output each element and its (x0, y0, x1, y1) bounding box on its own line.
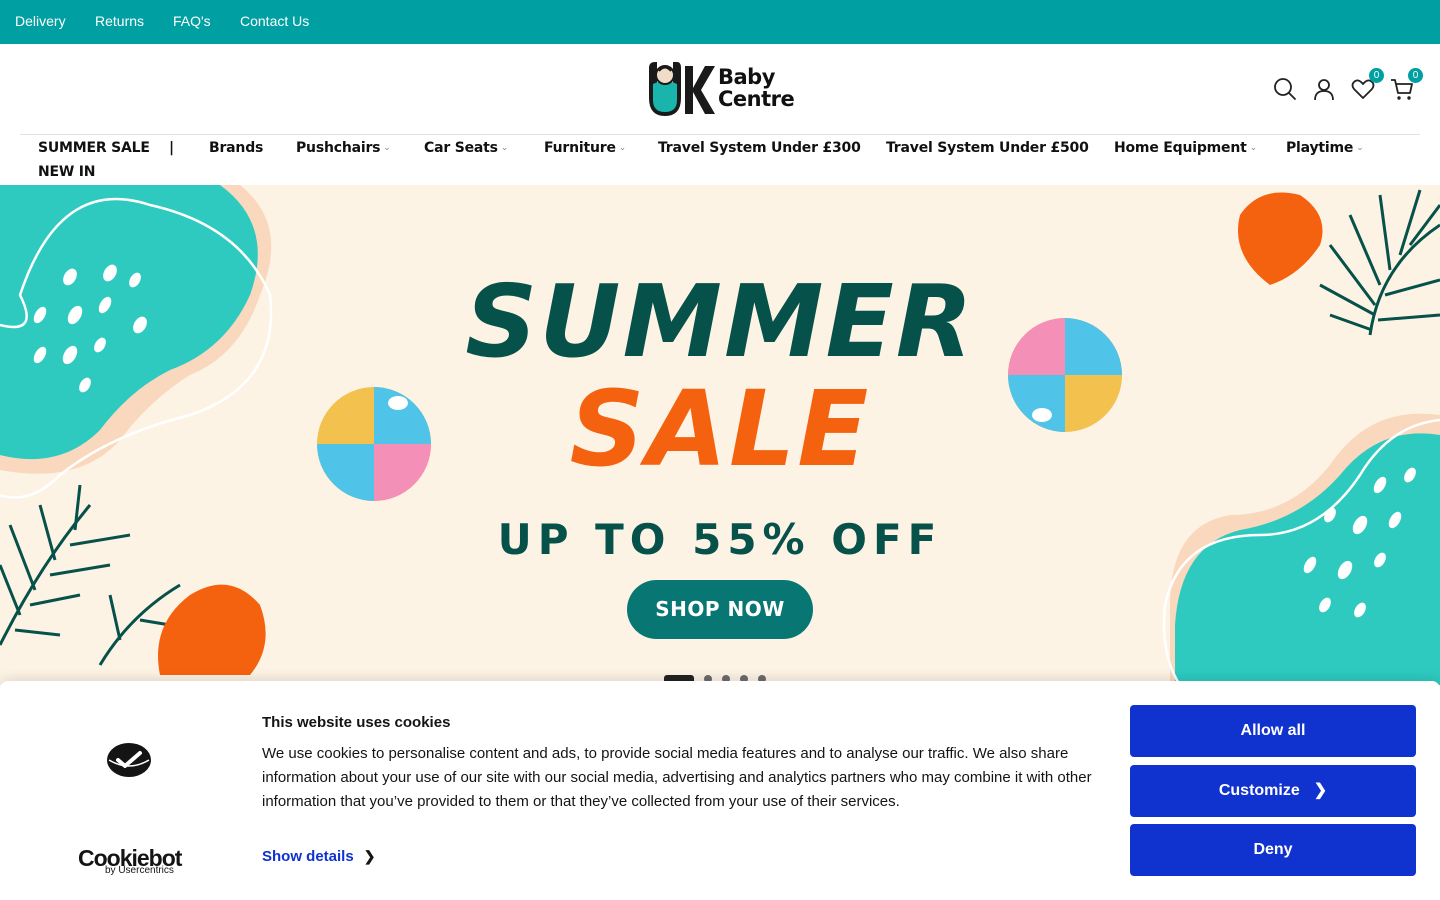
wishlist-count-badge: 0 (1369, 68, 1384, 83)
chevron-right-icon: ❯ (363, 848, 376, 864)
topbar-link-faqs[interactable]: FAQ's (173, 13, 211, 29)
nav-item-car-seats[interactable]: Car Seats ⌄ (424, 140, 508, 156)
account-icon[interactable] (1311, 76, 1337, 102)
cart-count-badge: 0 (1408, 68, 1423, 83)
show-details-link[interactable]: Show details ❯ (262, 848, 375, 865)
nav-item-travel-500[interactable]: Travel System Under £500 (886, 140, 1089, 156)
shop-now-button[interactable]: SHOP NOW (627, 580, 813, 639)
top-bar: Delivery Returns FAQ's Contact Us (0, 0, 1440, 44)
nav-item-summer-sale[interactable]: SUMMER SALE (38, 140, 150, 156)
topbar-link-returns[interactable]: Returns (95, 13, 144, 29)
topbar-link-contact[interactable]: Contact Us (240, 13, 309, 29)
cart-button[interactable]: 0 (1389, 68, 1423, 102)
cookiebot-logo-icon (107, 743, 151, 777)
banner-subtitle: UP TO 55% OFF (497, 515, 943, 564)
cookie-consent-banner: Cookiebot by Usercentrics This website u… (0, 681, 1440, 900)
main-nav: SUMMER SALE | Brands Pushchairs ⌄ Car Sea… (0, 135, 1440, 185)
nav-item-new-in[interactable]: NEW IN (38, 164, 96, 180)
cookie-body-text: We use cookies to personalise content an… (262, 745, 1092, 810)
chevron-down-icon: ⌄ (618, 143, 627, 153)
nav-item-home-equipment[interactable]: Home Equipment ⌄ (1114, 140, 1257, 156)
banner-title-sale: SALE (569, 368, 871, 490)
nav-item-playtime[interactable]: Playtime ⌄ (1286, 140, 1364, 156)
site-logo[interactable]: Baby Centre (645, 58, 795, 120)
search-icon[interactable] (1272, 76, 1298, 102)
allow-all-button[interactable]: Allow all (1130, 705, 1416, 757)
nav-item-furniture[interactable]: Furniture ⌄ (544, 140, 626, 156)
nav-item-brands[interactable]: Brands (209, 140, 263, 156)
nav-item-travel-300[interactable]: Travel System Under £300 (658, 140, 861, 156)
hero-banner[interactable]: SUMMER SALE UP TO 55% OFF SHOP NOW (0, 185, 1440, 685)
nav-item-pushchairs[interactable]: Pushchairs ⌄ (296, 140, 391, 156)
chevron-right-icon: ❯ (1313, 782, 1328, 799)
logo-baby-icon (649, 62, 715, 116)
banner-title-summer: SUMMER (465, 263, 975, 380)
chevron-down-icon: ⌄ (500, 143, 509, 153)
cookie-title: This website uses cookies (262, 714, 451, 731)
chevron-down-icon: ⌄ (1356, 143, 1364, 153)
topbar-link-delivery[interactable]: Delivery (15, 13, 66, 29)
chevron-down-icon: ⌄ (383, 143, 391, 153)
logo-text: Baby Centre (718, 65, 795, 111)
site-header: Baby Centre 0 0 (0, 44, 1440, 134)
nav-separator: | (169, 140, 174, 156)
customize-button[interactable]: Customize ❯ (1130, 765, 1416, 817)
chevron-down-icon: ⌄ (1249, 143, 1258, 153)
wishlist-button[interactable]: 0 (1350, 68, 1384, 102)
deny-button[interactable]: Deny (1130, 824, 1416, 876)
cookiebot-sub: by Usercentrics (105, 865, 174, 876)
